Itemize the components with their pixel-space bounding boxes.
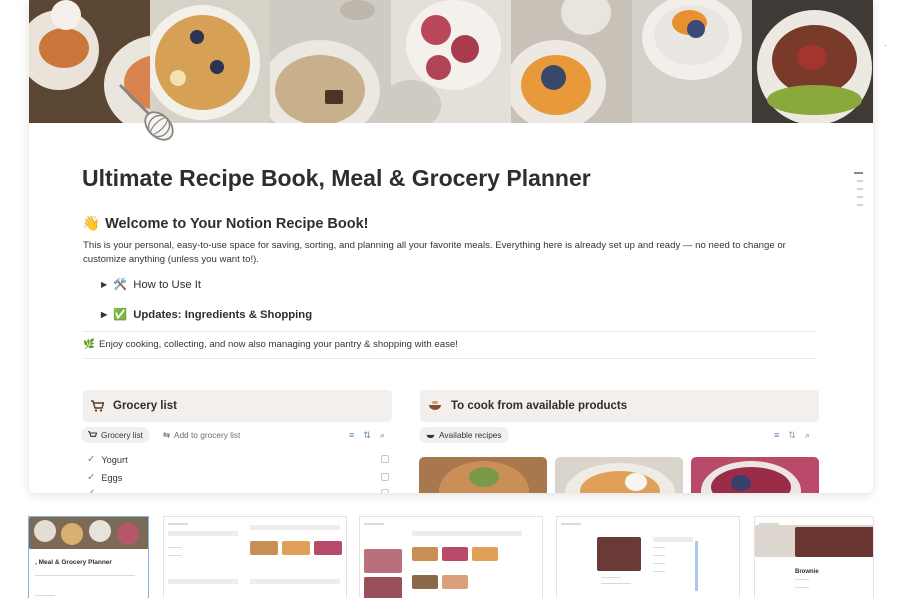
cook-view-tools: ≡ ⇅ ⌕ <box>774 430 810 441</box>
cover-photo-kiwi-bowl <box>752 0 873 123</box>
gallery-thumbnail-1[interactable]: , Meal & Grocery Planner <box>28 516 149 598</box>
gallery-thumbnail-3[interactable] <box>359 516 543 598</box>
divider <box>83 331 817 332</box>
toggle-triangle-icon[interactable]: ▶ <box>101 310 107 319</box>
herb-emoji: 🌿 <box>83 339 95 350</box>
search-icon[interactable]: ⌕ <box>805 430 810 441</box>
grocery-view-tabs: Grocery list ⇆ Add to grocery list <box>81 427 247 443</box>
list-item[interactable]: ✓ Eggs <box>87 472 122 483</box>
check-icon: ✓ <box>87 472 96 483</box>
item-checkbox[interactable] <box>381 489 389 493</box>
recipe-card-image[interactable] <box>691 457 819 493</box>
tab-available-recipes[interactable]: Available recipes <box>419 427 509 443</box>
welcome-heading: 👋 Welcome to Your Notion Recipe Book! <box>82 215 369 233</box>
tab-grocery-list[interactable]: Grocery list <box>81 427 150 443</box>
filter-icon[interactable]: ≡ <box>349 430 354 441</box>
swap-icon: ⇆ <box>162 430 170 440</box>
check-emoji: ✅ <box>113 309 128 321</box>
callout-text: 🌿 Enjoy cooking, collecting, and now als… <box>83 339 458 350</box>
sort-icon[interactable]: ⇅ <box>363 430 371 441</box>
gallery-thumbnail-4[interactable] <box>556 516 740 598</box>
check-icon: ✓ <box>87 488 95 493</box>
cover-photo-mango-bowl <box>511 0 632 123</box>
tab-add-to-grocery-list[interactable]: ⇆ Add to grocery list <box>156 427 247 443</box>
gallery-thumbnail-2[interactable] <box>163 516 347 598</box>
toggle-how-to-use[interactable]: ▶ 🛠️ How to Use It <box>101 278 201 292</box>
filter-icon[interactable]: ≡ <box>774 430 779 441</box>
intro-paragraph: This is your personal, easy-to-use space… <box>83 240 786 265</box>
cook-view-tabs: Available recipes <box>419 427 509 443</box>
gallery-thumbnail-5[interactable]: Brownie <box>754 516 874 598</box>
bowl-icon <box>426 434 435 438</box>
list-item[interactable]: ✓ Yogurt <box>87 454 128 465</box>
toggle-updates[interactable]: ▶ ✅ Updates: Ingredients & Shopping <box>101 308 312 322</box>
to-cook-header[interactable]: To cook from available products <box>420 390 819 422</box>
search-icon[interactable]: ⌕ <box>380 430 385 441</box>
item-checkbox[interactable] <box>381 455 389 463</box>
cart-icon <box>88 431 97 437</box>
cover-photo-oatmeal <box>270 0 391 123</box>
check-icon: ✓ <box>87 454 96 465</box>
page-title: Ultimate Recipe Book, Meal & Grocery Pla… <box>82 165 591 191</box>
list-item-partial[interactable]: ✓ <box>87 488 95 493</box>
cover-photo-cottage-cheese <box>631 0 753 123</box>
wave-emoji: 👋 <box>82 216 101 232</box>
divider <box>83 358 817 359</box>
notion-page-card: Ultimate Recipe Book, Meal & Grocery Pla… <box>29 0 873 493</box>
bowl-icon <box>429 401 441 410</box>
edge-glyph: ∙ <box>884 40 887 51</box>
recipe-card-image[interactable] <box>555 457 683 493</box>
item-checkbox[interactable] <box>381 473 389 481</box>
cart-icon <box>91 400 104 412</box>
whisk-icon <box>119 84 174 141</box>
tools-emoji: 🛠️ <box>113 279 128 291</box>
toggle-triangle-icon[interactable]: ▶ <box>101 280 107 289</box>
grocery-view-tools: ≡ ⇅ ⌕ <box>349 430 385 441</box>
recipe-card-image[interactable] <box>419 457 547 493</box>
sort-icon[interactable]: ⇅ <box>788 430 796 441</box>
page-outline[interactable] <box>854 172 863 206</box>
grocery-list-header[interactable]: Grocery list <box>83 390 392 422</box>
cover-photo-figs <box>390 0 512 123</box>
